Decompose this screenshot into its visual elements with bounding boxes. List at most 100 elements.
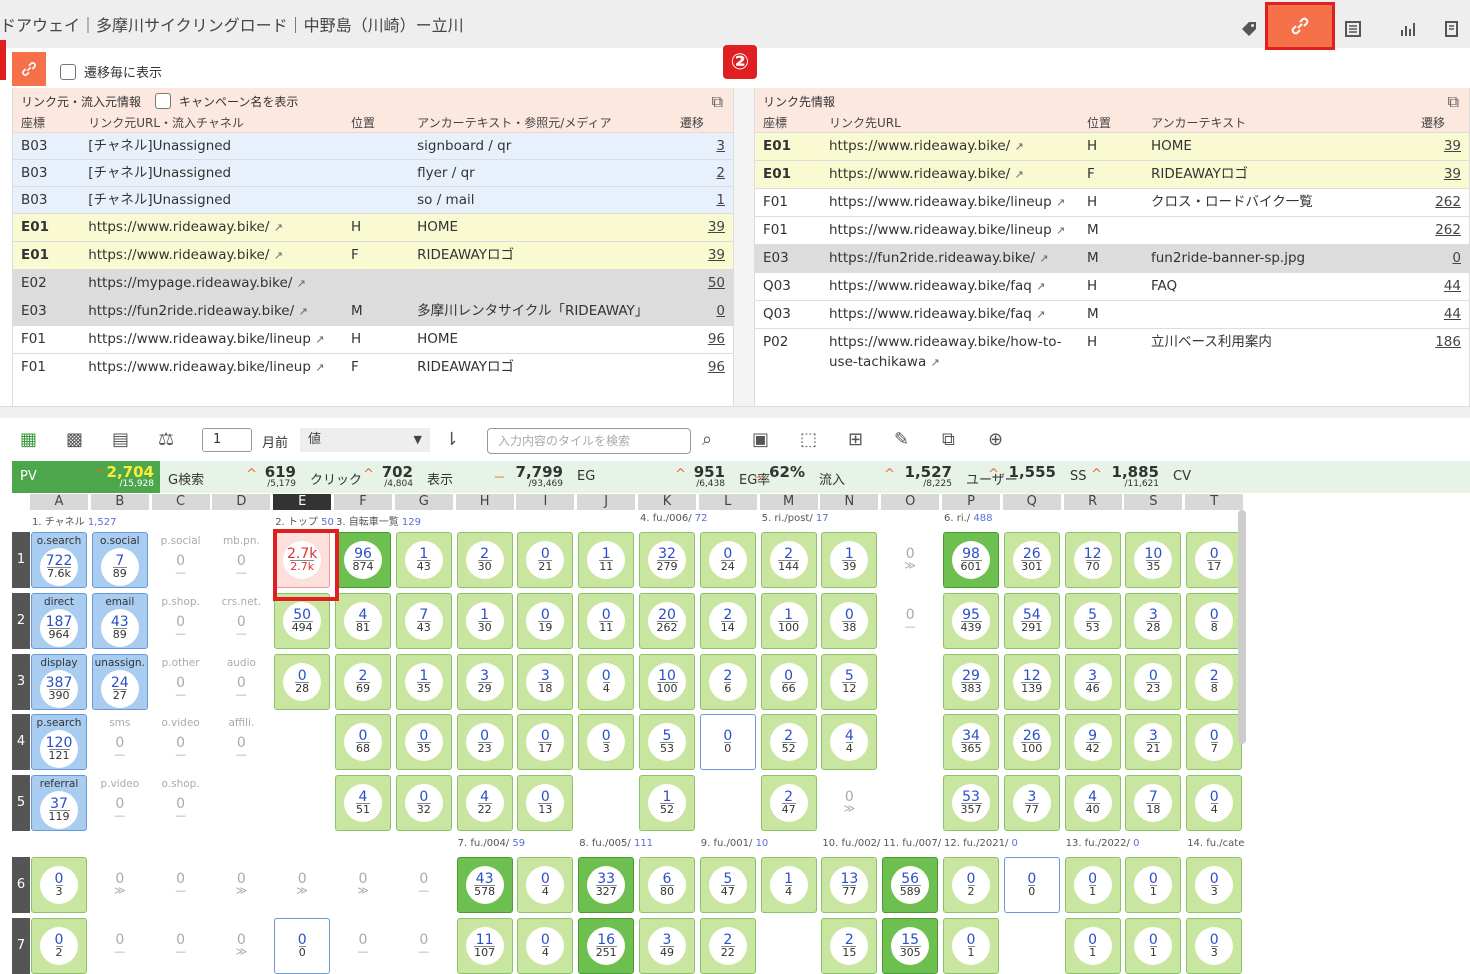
- per-transition-checkbox[interactable]: [60, 63, 76, 80]
- external-link-icon[interactable]: ↗: [274, 221, 283, 234]
- tile[interactable]: 0 66: [760, 654, 817, 710]
- metric-9[interactable]: SS 1,885/11,621 ^: [1062, 461, 1165, 493]
- tile[interactable]: audio 0—: [213, 654, 269, 710]
- tile[interactable]: 08: [1186, 593, 1243, 649]
- tile[interactable]: direct 187 964: [31, 593, 87, 649]
- grid-scrollbar[interactable]: [1238, 510, 1246, 744]
- report-icon[interactable]: [1441, 18, 1463, 40]
- metric-10[interactable]: CV: [1165, 461, 1225, 493]
- tile[interactable]: crs.net. 0—: [213, 593, 269, 649]
- tile[interactable]: 5 12: [821, 654, 878, 710]
- tile[interactable]: 0—: [92, 918, 148, 974]
- url-cell[interactable]: [チャネル]Unassigned: [80, 185, 343, 213]
- tile[interactable]: 98 601: [943, 532, 999, 588]
- chart-icon[interactable]: [1397, 18, 1419, 40]
- tile[interactable]: 14: [760, 857, 817, 913]
- external-link-icon[interactable]: ↗: [315, 361, 324, 374]
- tile[interactable]: 5 53: [1064, 593, 1121, 649]
- tile[interactable]: 3 18: [517, 654, 574, 710]
- value-select[interactable]: 値 ▼: [300, 428, 430, 452]
- copy-icon[interactable]: ⧉: [712, 92, 723, 112]
- transition-count[interactable]: 0: [1413, 243, 1469, 272]
- tile[interactable]: 10 35: [1125, 532, 1182, 588]
- tile[interactable]: 28: [1186, 654, 1243, 710]
- transition-count[interactable]: 1: [671, 185, 733, 213]
- tile[interactable]: 56 589: [882, 857, 939, 913]
- tile[interactable]: 15 305: [882, 918, 939, 974]
- metric-2[interactable]: G検索 619/5,179 ^: [160, 461, 302, 493]
- external-link-icon[interactable]: ↗: [1056, 196, 1065, 209]
- tile[interactable]: 29 383: [943, 654, 999, 710]
- tile[interactable]: 53 357: [943, 775, 999, 831]
- select-icon[interactable]: ⬚: [800, 429, 817, 450]
- tile[interactable]: 0 23: [1125, 654, 1182, 710]
- tile[interactable]: 2 30: [456, 532, 513, 588]
- tile[interactable]: 2 14: [699, 593, 756, 649]
- tile[interactable]: 12 70: [1064, 532, 1121, 588]
- tile[interactable]: 1 35: [395, 654, 452, 710]
- link-toggle-button[interactable]: [12, 52, 46, 86]
- tile[interactable]: 4 22: [456, 775, 513, 831]
- tile[interactable]: 0 35: [395, 714, 452, 770]
- grid-icon[interactable]: ⊞: [848, 429, 863, 450]
- tile[interactable]: 3 21: [1125, 714, 1182, 770]
- tile[interactable]: 11 107: [456, 918, 513, 974]
- tile[interactable]: 7 43: [395, 593, 452, 649]
- tile[interactable]: 2 144: [760, 532, 817, 588]
- balance-icon[interactable]: ⚖: [158, 429, 174, 450]
- tile[interactable]: 32 279: [639, 532, 695, 588]
- tile[interactable]: 01: [1125, 918, 1182, 974]
- campaign-checkbox[interactable]: [155, 93, 172, 109]
- metric-7[interactable]: 流入 1,527/8,225 ^: [811, 461, 958, 493]
- url-cell[interactable]: https://www.rideaway.bike/ ↗: [80, 240, 343, 269]
- tile[interactable]: 50 494: [274, 593, 331, 649]
- add-report-icon[interactable]: ⊕: [988, 429, 1003, 450]
- tile[interactable]: 3 29: [456, 654, 513, 710]
- list-icon[interactable]: [1342, 18, 1364, 40]
- tile[interactable]: o.video 0—: [153, 714, 209, 770]
- url-cell[interactable]: https://fun2ride.rideaway.bike/ ↗: [80, 296, 343, 325]
- tile[interactable]: 0—: [335, 918, 391, 974]
- external-link-icon[interactable]: ↗: [315, 333, 324, 346]
- tile[interactable]: 95 439: [943, 593, 999, 649]
- tile[interactable]: 20 262: [639, 593, 695, 649]
- copy-icon[interactable]: ⧉: [942, 429, 955, 450]
- external-link-icon[interactable]: ↗: [1036, 280, 1045, 293]
- transition-count[interactable]: 50: [671, 268, 733, 297]
- url-cell[interactable]: [チャネル]Unassigned: [80, 131, 343, 159]
- url-cell[interactable]: https://www.rideaway.bike/ ↗: [80, 212, 343, 241]
- tile[interactable]: 0 ≫: [821, 775, 877, 831]
- tile[interactable]: 2 52: [760, 714, 817, 770]
- transition-count[interactable]: 96: [671, 324, 733, 353]
- tile[interactable]: 2 22: [699, 918, 756, 974]
- tile[interactable]: 4 40: [1064, 775, 1121, 831]
- tile[interactable]: 1 100: [760, 593, 817, 649]
- metric-1[interactable]: PV 2,704/15,928 ^: [12, 461, 160, 493]
- external-link-icon[interactable]: ↗: [1015, 140, 1024, 153]
- edit-icon[interactable]: ✎: [894, 429, 909, 450]
- tile[interactable]: 0 21: [517, 532, 574, 588]
- tile[interactable]: 0—: [396, 918, 452, 974]
- grid-view-icon[interactable]: ▦: [20, 429, 37, 450]
- tile[interactable]: 0 ≫: [882, 532, 938, 588]
- tile[interactable]: 02: [943, 857, 999, 913]
- tile[interactable]: 01: [943, 918, 999, 974]
- tile[interactable]: 03: [578, 714, 635, 770]
- tile[interactable]: 4 81: [335, 593, 391, 649]
- tile[interactable]: 0—: [153, 857, 209, 913]
- external-link-icon[interactable]: ↗: [1039, 252, 1048, 265]
- transition-count[interactable]: 0: [671, 296, 733, 325]
- tile[interactable]: 03: [1186, 918, 1243, 974]
- tile[interactable]: unassign. 24 27: [91, 654, 148, 710]
- layout-icon[interactable]: ▩: [66, 429, 83, 450]
- metric-8[interactable]: ユーザー 1,555 ^: [958, 461, 1062, 493]
- horizontal-splitter[interactable]: [0, 406, 1470, 418]
- transition-count[interactable]: 39: [671, 212, 733, 241]
- tile[interactable]: 0—: [882, 593, 938, 649]
- tile[interactable]: 03: [31, 857, 87, 913]
- url-cell[interactable]: https://www.rideaway.bike/lineup ↗: [80, 324, 343, 353]
- tile[interactable]: 00: [274, 918, 331, 974]
- tile[interactable]: 10 100: [639, 654, 695, 710]
- search-tile-icon[interactable]: ⌕: [702, 429, 712, 450]
- tile[interactable]: 1 52: [639, 775, 695, 831]
